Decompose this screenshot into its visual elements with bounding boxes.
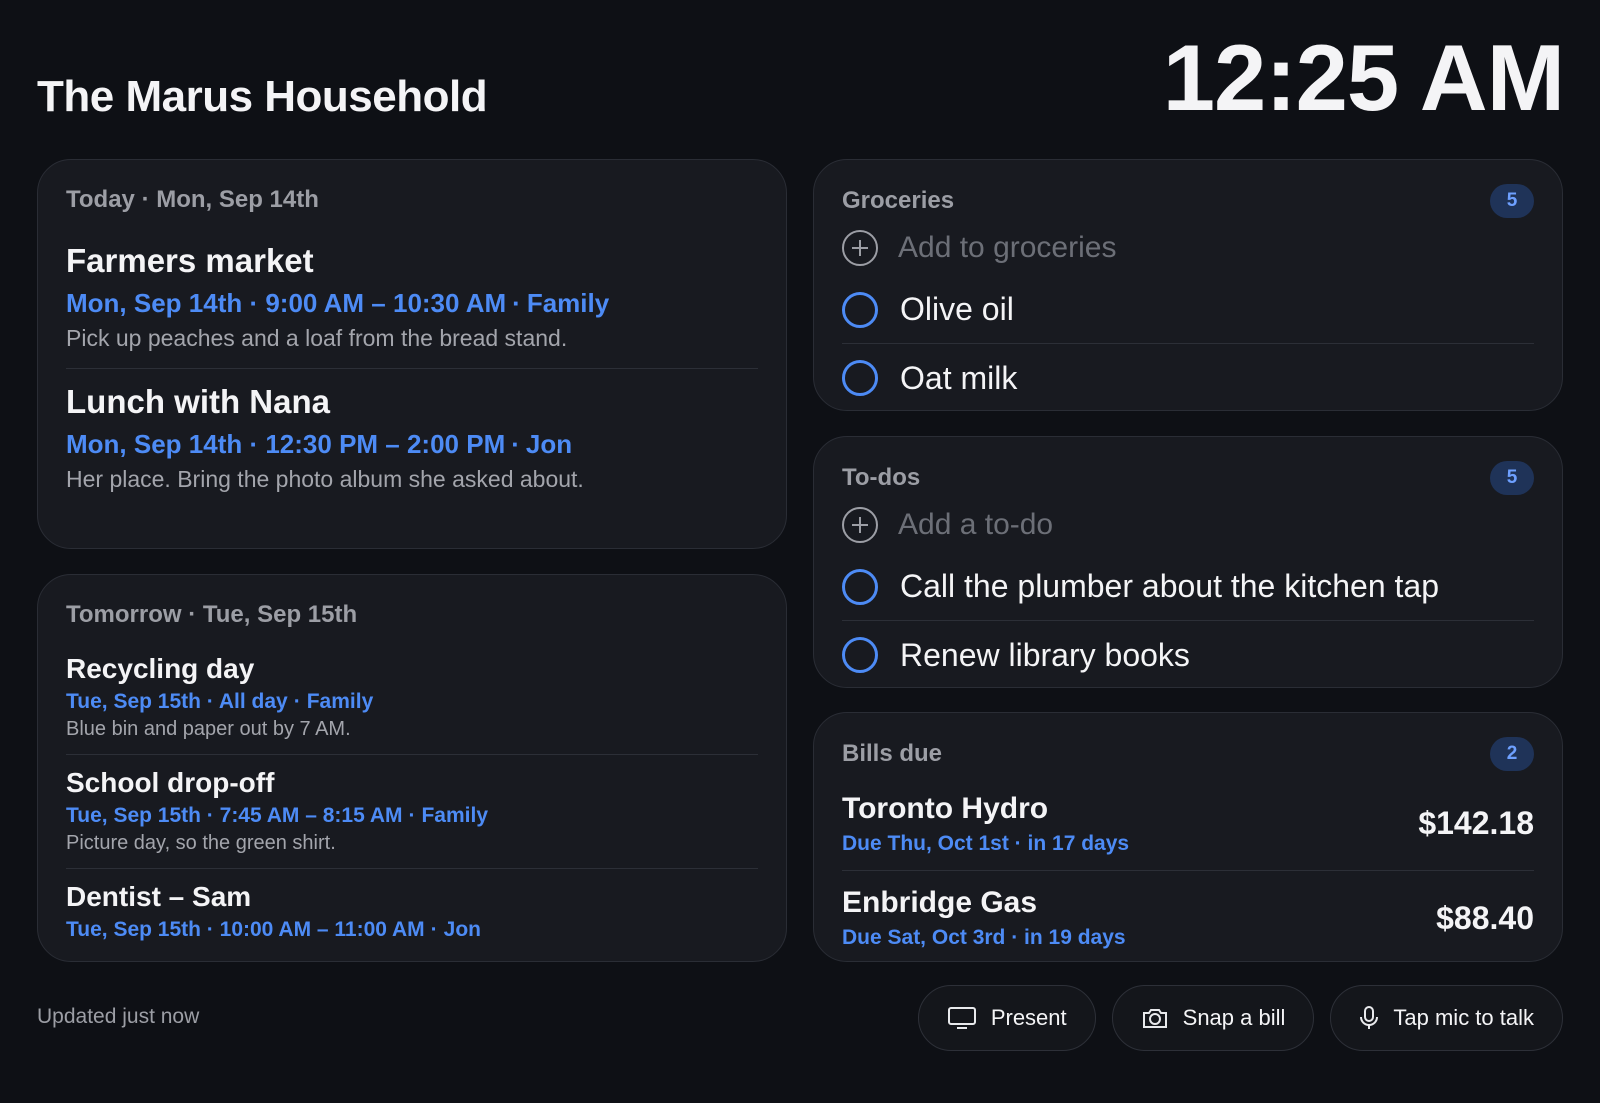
updated-status: Updated just now [37, 1005, 200, 1028]
count-badge: 5 [1490, 184, 1534, 218]
monitor-icon [947, 1007, 976, 1029]
separator-dot: · [408, 804, 416, 827]
bill-amount: $142.18 [1418, 805, 1534, 841]
event-note: Her place. Bring the photo album she ask… [66, 466, 584, 492]
today-events: Farmers market Mon, Sep 14th · 9:00 AM –… [66, 228, 758, 509]
today-card: Today · Mon, Sep 14th Farmers market Mon… [37, 159, 787, 549]
checkbox-circle-icon[interactable] [842, 637, 878, 673]
snap-bill-button[interactable]: Snap a bill [1111, 985, 1315, 1051]
todos-header: To-dos 5 [842, 461, 1534, 495]
list-item[interactable]: Olive oil [842, 276, 1534, 344]
present-button[interactable]: Present [917, 985, 1096, 1051]
microphone-icon [1360, 1006, 1379, 1029]
event-title: School drop-off [66, 767, 275, 798]
event-note: Picture day, so the green shirt. [66, 832, 336, 854]
bill-name: Toronto Hydro [842, 791, 1049, 825]
bill-amount: $88.40 [1436, 899, 1534, 936]
today-heading: Today · Mon, Sep 14th [66, 186, 319, 213]
event-title: Recycling day [66, 653, 255, 684]
event-title: Farmers market [66, 242, 314, 279]
bills-heading: Bills due [842, 740, 943, 767]
camera-icon [1142, 1009, 1167, 1028]
event-time: Tue, Sep 15th · 10:00 AM – 11:00 AM [66, 918, 425, 941]
event-note: Blue bin and paper out by 7 AM. [66, 718, 351, 740]
event-item[interactable]: School drop-off Tue, Sep 15th · 7:45 AM … [66, 755, 758, 869]
separator-dot: · [430, 918, 438, 941]
todos-card: To-dos 5 Call the plumber about the kitc… [813, 436, 1563, 688]
tomorrow-card: Tomorrow · Tue, Sep 15th Recycling day T… [37, 574, 787, 962]
bill-item[interactable]: Enbridge Gas Due Sat, Oct 3rd · in 19 da… [842, 871, 1534, 961]
event-title: Lunch with Nana [66, 383, 330, 420]
event-item[interactable]: Recycling day Tue, Sep 15th · All day · Fa… [66, 641, 758, 755]
bill-name: Enbridge Gas [842, 886, 1038, 919]
event-attendee: Jon [443, 918, 482, 941]
separator-dot: · [512, 288, 521, 318]
checkbox-circle-icon[interactable] [842, 568, 878, 605]
household-title: The Marus Household [37, 72, 488, 121]
event-item[interactable]: Lunch with Nana Mon, Sep 14th · 12:30 PM… [66, 369, 758, 509]
snap-bill-label: Snap a bill [1182, 1005, 1286, 1030]
add-todo-input[interactable] [898, 508, 1498, 542]
dashboard: The Marus Household 12:25 AM Today · Mon… [0, 0, 1600, 1103]
todos-heading: To-dos [842, 464, 921, 491]
event-time: Mon, Sep 14th · 9:00 AM – 10:30 AM [66, 288, 507, 318]
bills-header: Bills due 2 [842, 737, 1534, 771]
tomorrow-heading: Tomorrow · Tue, Sep 15th [66, 601, 358, 628]
list-item[interactable]: Oat milk [842, 344, 1534, 410]
add-todo-row[interactable] [842, 497, 1534, 553]
separator-dot: · [511, 429, 520, 459]
separator-dot: · [293, 690, 301, 713]
groceries-card: Groceries 5 Olive oil Oat milk [813, 159, 1563, 411]
plus-circle-icon[interactable] [842, 230, 878, 266]
checkbox-circle-icon[interactable] [842, 291, 878, 328]
event-time: Tue, Sep 15th · 7:45 AM – 8:15 AM [66, 804, 403, 827]
bills-card: Bills due 2 Toronto Hydro Due Thu, Oct 1… [813, 712, 1563, 962]
action-bar: Present Snap a bill Tap mic to talk [917, 985, 1563, 1051]
item-label: Renew library books [900, 636, 1190, 673]
bill-info: Enbridge Gas Due Sat, Oct 3rd · in 19 da… [842, 886, 1126, 950]
item-label: Call the plumber about the kitchen tap [900, 568, 1439, 604]
todo-list: Call the plumber about the kitchen tap R… [842, 553, 1534, 687]
event-attendee: Jon [525, 429, 573, 459]
bill-due-date: Due Sat, Oct 3rd · in 19 days [842, 926, 1126, 949]
count-badge: 5 [1490, 461, 1534, 495]
list-item[interactable]: Call the plumber about the kitchen tap [842, 553, 1534, 621]
bill-item[interactable]: Toronto Hydro Due Thu, Oct 1st · in 17 d… [842, 777, 1534, 871]
event-meta: Mon, Sep 14th · 12:30 PM – 2:00 PM · Jon [66, 429, 758, 460]
event-meta: Tue, Sep 15th · All day · Family [66, 690, 758, 714]
mic-button[interactable]: Tap mic to talk [1330, 985, 1563, 1051]
clock: 12:25 AM [1162, 25, 1565, 130]
event-meta: Tue, Sep 15th · 10:00 AM – 11:00 AM · Jon [66, 918, 758, 942]
count-badge: 2 [1490, 737, 1534, 771]
groceries-heading: Groceries [842, 187, 955, 214]
item-label: Oat milk [900, 359, 1018, 396]
bill-due-date: Due Thu, Oct 1st · in 17 days [842, 831, 1130, 855]
item-label: Olive oil [900, 291, 1014, 327]
present-label: Present [990, 1005, 1067, 1030]
event-item[interactable]: Farmers market Mon, Sep 14th · 9:00 AM –… [66, 228, 758, 369]
groceries-header: Groceries 5 [842, 184, 1534, 218]
event-item[interactable]: Dentist – Sam Tue, Sep 15th · 10:00 AM –… [66, 869, 758, 959]
bills-list: Toronto Hydro Due Thu, Oct 1st · in 17 d… [842, 777, 1534, 961]
event-note: Pick up peaches and a loaf from the brea… [66, 325, 568, 351]
add-grocery-row[interactable] [842, 220, 1534, 276]
event-time: Tue, Sep 15th · All day [66, 690, 288, 713]
tomorrow-events: Recycling day Tue, Sep 15th · All day · Fa… [66, 641, 758, 959]
event-meta: Mon, Sep 14th · 9:00 AM – 10:30 AM · Famil… [66, 288, 758, 319]
event-time: Mon, Sep 14th · 12:30 PM – 2:00 PM [66, 429, 506, 459]
event-title: Dentist – Sam [66, 881, 252, 912]
event-attendee: Family [526, 288, 610, 318]
add-grocery-input[interactable] [898, 231, 1498, 265]
mic-label: Tap mic to talk [1393, 1005, 1534, 1030]
event-meta: Tue, Sep 15th · 7:45 AM – 8:15 AM · Family [66, 804, 758, 828]
checkbox-circle-icon[interactable] [842, 360, 878, 396]
plus-circle-icon[interactable] [842, 507, 878, 543]
grocery-list: Olive oil Oat milk [842, 276, 1534, 410]
event-attendee: Family [306, 690, 374, 713]
bill-info: Toronto Hydro Due Thu, Oct 1st · in 17 d… [842, 792, 1129, 856]
event-attendee: Family [421, 804, 489, 827]
list-item[interactable]: Renew library books [842, 621, 1534, 687]
